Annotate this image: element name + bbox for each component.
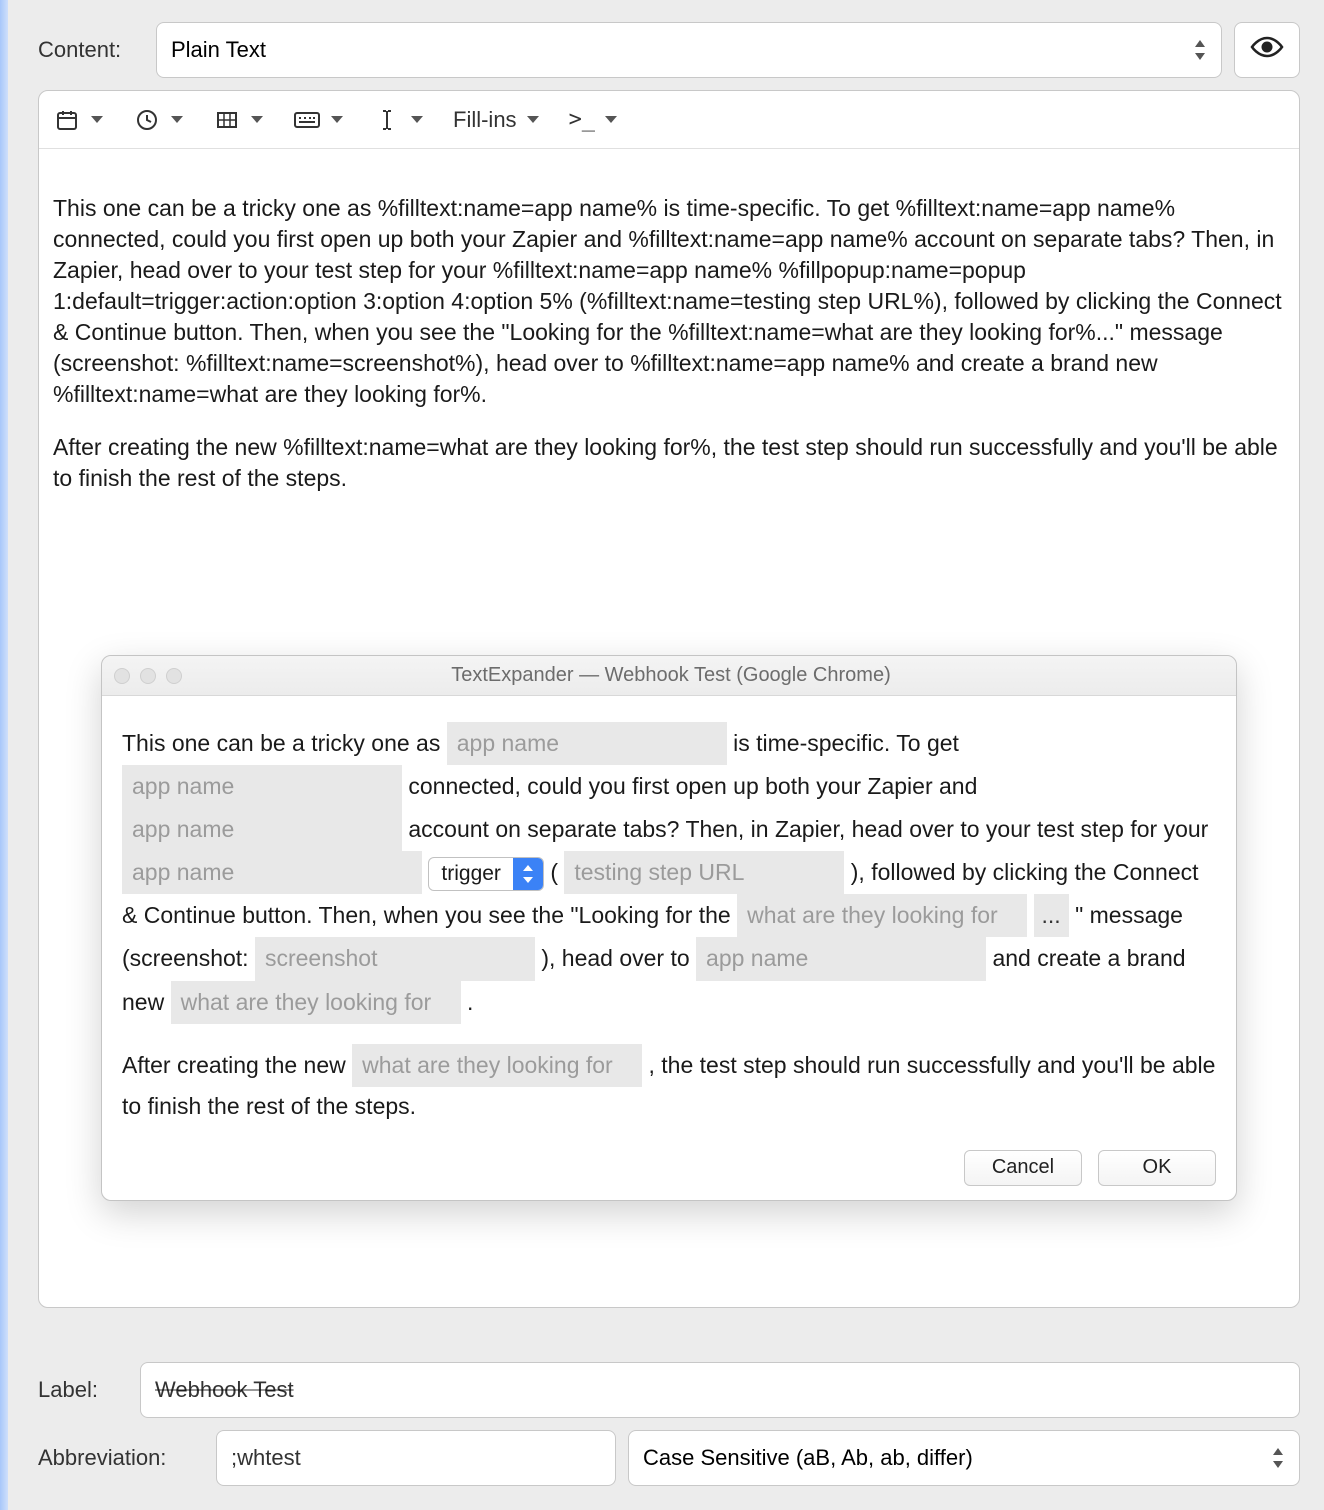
snippet-editor-window: Content: Plain Text xyxy=(8,0,1324,1510)
clock-icon xyxy=(133,108,161,132)
ellipsis-chip: ... xyxy=(1034,894,1069,937)
editor-box: Fill-ins >_ This one can be a tricky one… xyxy=(38,90,1300,1308)
fill-looking-for[interactable]: what are they looking for xyxy=(171,981,461,1024)
chevron-down-icon xyxy=(527,116,539,123)
text-cursor-icon xyxy=(373,108,401,132)
dlg-text: ), head over to xyxy=(541,945,696,971)
content-label: Content: xyxy=(38,37,144,63)
date-menu[interactable] xyxy=(53,108,103,132)
fill-looking-for[interactable]: what are they looking for xyxy=(737,894,1027,937)
chevron-down-icon xyxy=(171,116,183,123)
fill-popup-value: trigger xyxy=(429,858,513,890)
fill-app-name[interactable]: app name xyxy=(447,722,727,765)
fillins-menu[interactable]: Fill-ins xyxy=(453,107,539,133)
content-type-select[interactable]: Plain Text xyxy=(156,22,1222,78)
fillins-label: Fill-ins xyxy=(453,107,517,133)
dlg-text: is time-specific. To get xyxy=(733,730,959,756)
dialog-body: This one can be a tricky one as app name… xyxy=(102,696,1236,1200)
abbrev-input[interactable]: ;whtest xyxy=(216,1430,616,1486)
fill-app-name[interactable]: app name xyxy=(122,765,402,808)
combo-carets-icon xyxy=(513,858,543,890)
fillin-dialog: TextExpander — Webhook Test (Google Chro… xyxy=(101,655,1237,1201)
case-select[interactable]: Case Sensitive (aB, Ab, ab, differ) xyxy=(628,1430,1300,1486)
snippet-para-1: This one can be a tricky one as %filltex… xyxy=(53,193,1285,410)
close-dot-icon[interactable] xyxy=(114,668,130,684)
dialog-buttons: Cancel OK xyxy=(122,1146,1216,1186)
dlg-text: account on separate tabs? Then, in Zapie… xyxy=(408,816,1208,842)
abbrev-row: Abbreviation: ;whtest Case Sensitive (aB… xyxy=(38,1430,1300,1486)
label-input[interactable]: Webhook Test xyxy=(140,1362,1300,1418)
dlg-text: After creating the new xyxy=(122,1052,352,1078)
chevron-down-icon xyxy=(251,116,263,123)
cancel-button[interactable]: Cancel xyxy=(964,1150,1082,1186)
fill-testing-url[interactable]: testing step URL xyxy=(564,851,844,894)
label-row: Label: Webhook Test xyxy=(38,1362,1300,1418)
eye-icon xyxy=(1249,33,1285,67)
chevron-down-icon xyxy=(605,116,617,123)
label-label: Label: xyxy=(38,1377,128,1403)
fill-app-name[interactable]: app name xyxy=(696,937,986,980)
select-carets-icon xyxy=(1271,1446,1285,1470)
dlg-text: ( xyxy=(550,859,564,885)
dialog-titlebar: TextExpander — Webhook Test (Google Chro… xyxy=(102,656,1236,696)
math-menu[interactable] xyxy=(213,108,263,132)
fill-screenshot[interactable]: screenshot xyxy=(255,937,535,980)
dlg-text: This one can be a tricky one as xyxy=(122,730,447,756)
dialog-title: TextExpander — Webhook Test (Google Chro… xyxy=(182,664,1160,687)
minimize-dot-icon[interactable] xyxy=(140,668,156,684)
content-type-value: Plain Text xyxy=(171,37,266,63)
abbrev-label: Abbreviation: xyxy=(38,1445,204,1471)
fill-looking-for[interactable]: what are they looking for xyxy=(352,1044,642,1087)
fill-app-name[interactable]: app name xyxy=(122,808,402,851)
calendar-icon xyxy=(53,108,81,132)
grid-icon xyxy=(213,108,241,132)
dlg-text: . xyxy=(467,989,473,1015)
zoom-dot-icon[interactable] xyxy=(166,668,182,684)
chevron-down-icon xyxy=(91,116,103,123)
case-value: Case Sensitive (aB, Ab, ab, differ) xyxy=(643,1445,973,1471)
ok-button[interactable]: OK xyxy=(1098,1150,1216,1186)
fill-popup[interactable]: trigger xyxy=(428,857,544,891)
cursor-menu[interactable] xyxy=(373,108,423,132)
chevron-down-icon xyxy=(411,116,423,123)
snippet-textarea[interactable]: This one can be a tricky one as %filltex… xyxy=(39,149,1299,530)
dialog-para-1: This one can be a tricky one as app name… xyxy=(122,722,1216,1024)
preview-button[interactable] xyxy=(1234,22,1300,78)
keyboard-icon xyxy=(293,108,321,132)
snippet-para-2: After creating the new %filltext:name=wh… xyxy=(53,432,1285,494)
dialog-para-2: After creating the new what are they loo… xyxy=(122,1044,1216,1126)
traffic-lights xyxy=(114,668,182,684)
abbrev-value: ;whtest xyxy=(231,1445,301,1471)
window-selection-edge xyxy=(0,0,8,1510)
label-value: Webhook Test xyxy=(155,1377,294,1403)
fill-app-name[interactable]: app name xyxy=(122,851,422,894)
chevron-down-icon xyxy=(331,116,343,123)
content-row: Content: Plain Text xyxy=(38,22,1300,78)
keyboard-menu[interactable] xyxy=(293,108,343,132)
time-menu[interactable] xyxy=(133,108,183,132)
select-carets-icon xyxy=(1193,38,1207,62)
footer-fields: Label: Webhook Test Abbreviation: ;whtes… xyxy=(38,1350,1300,1486)
dlg-text: connected, could you first open up both … xyxy=(408,773,977,799)
script-menu[interactable]: >_ xyxy=(569,107,618,132)
insert-toolbar: Fill-ins >_ xyxy=(39,91,1299,149)
script-label: >_ xyxy=(569,107,596,132)
